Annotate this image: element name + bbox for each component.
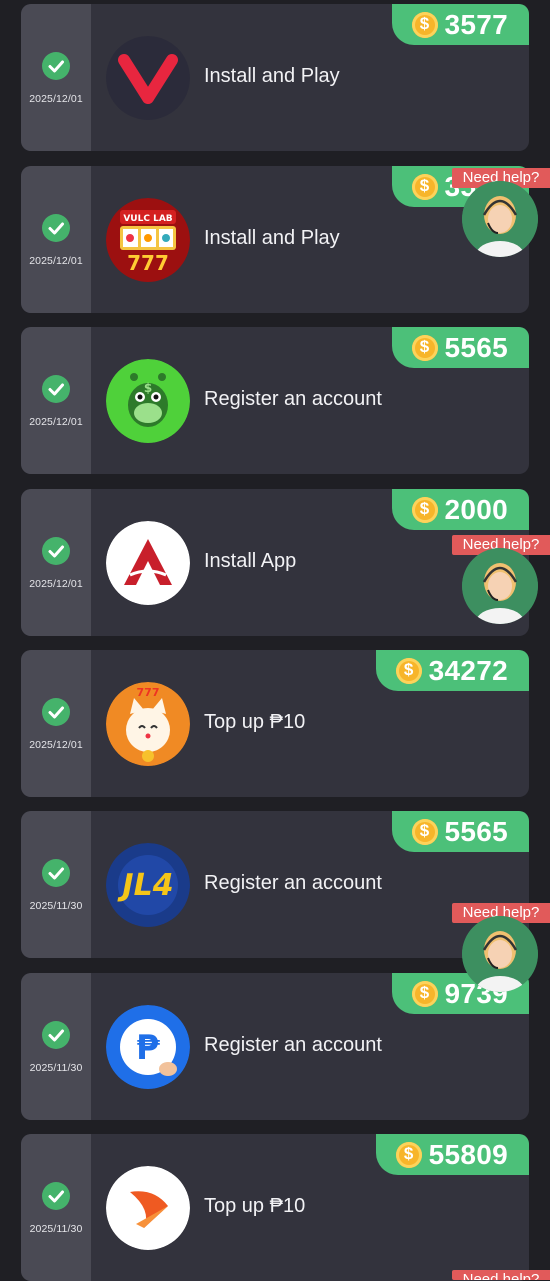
task-date: 2025/11/30: [29, 900, 83, 912]
task-card[interactable]: 2025/12/01 Install App $ 2000: [21, 489, 529, 636]
reward-amount: 5565: [444, 331, 508, 363]
task-label: Install App: [204, 550, 297, 572]
task-status-panel: 2025/11/30: [21, 811, 91, 958]
task-label: Register an account: [204, 1034, 382, 1056]
task-card[interactable]: 2025/11/30 Top up ₱10 $ 55809: [21, 1134, 529, 1281]
peso-wallet-icon: ₱: [106, 1005, 190, 1089]
task-status-panel: 2025/12/01: [21, 4, 91, 151]
coin-icon: $: [411, 334, 438, 361]
jl4-logo-icon: JL4: [106, 843, 190, 927]
vulc-lab-slots-icon: VULC LAB 777: [106, 198, 190, 282]
task-status-panel: 2025/12/01: [21, 489, 91, 636]
task-label: Register an account: [204, 872, 382, 894]
task-card[interactable]: 2025/12/01 $ Register an account $ 5565: [21, 327, 529, 474]
task-card[interactable]: 2025/12/01 VULC LAB 777 Install and Play …: [21, 166, 529, 313]
task-label: Install and Play: [204, 65, 340, 87]
reward-badge: $ 2000: [391, 489, 529, 530]
lucky-cat-icon: 777: [106, 682, 190, 766]
task-card[interactable]: 2025/12/01 777 Top up ₱10 $ 34272: [21, 650, 529, 797]
reward-badge: $ 34272: [375, 650, 529, 691]
task-label: Top up ₱10: [204, 1195, 306, 1217]
check-circle-icon: [42, 537, 70, 565]
task-card[interactable]: 2025/11/30 ₱ Register an account $ 9739: [21, 973, 529, 1120]
orange-swoosh-icon: [106, 1166, 190, 1250]
reward-amount: 2000: [444, 493, 508, 525]
task-label: Register an account: [204, 388, 382, 410]
svg-text:₱: ₱: [136, 1028, 160, 1068]
task-label: Install and Play: [204, 227, 340, 249]
task-date: 2025/12/01: [29, 578, 83, 590]
task-date: 2025/11/30: [29, 1062, 83, 1074]
check-circle-icon: [42, 1182, 70, 1210]
task-date: 2025/12/01: [29, 255, 83, 267]
check-circle-icon: [42, 375, 70, 403]
task-date: 2025/12/01: [29, 93, 83, 105]
red-arrow-logo-icon: [106, 521, 190, 605]
task-label: Top up ₱10: [204, 711, 306, 733]
reward-amount: 3577: [444, 8, 508, 40]
task-card[interactable]: 2025/11/30 JL4 Register an account $ 556…: [21, 811, 529, 958]
task-date: 2025/12/01: [29, 416, 83, 428]
support-agent-avatar-icon[interactable]: [462, 548, 538, 624]
task-status-panel: 2025/11/30: [21, 973, 91, 1120]
coin-icon: $: [411, 173, 438, 200]
task-status-panel: 2025/12/01: [21, 327, 91, 474]
task-status-panel: 2025/12/01: [21, 650, 91, 797]
check-circle-icon: [42, 52, 70, 80]
svg-text:777: 777: [137, 686, 160, 699]
reward-badge: $ 5565: [391, 811, 529, 852]
svg-text:777: 777: [127, 251, 169, 275]
check-circle-icon: [42, 698, 70, 726]
reward-amount: 55809: [428, 1138, 508, 1170]
reward-badge: $ 55809: [375, 1134, 529, 1175]
task-date: 2025/12/01: [29, 739, 83, 751]
check-circle-icon: [42, 859, 70, 887]
svg-text:VULC LAB: VULC LAB: [123, 214, 172, 224]
task-status-panel: 2025/12/01: [21, 166, 91, 313]
reward-amount: 5565: [444, 815, 508, 847]
need-help-button[interactable]: Need help?: [452, 1270, 550, 1280]
reward-badge: $ 5565: [391, 327, 529, 368]
coin-icon: $: [395, 657, 422, 684]
check-circle-icon: [42, 214, 70, 242]
reward-badge: $ 3577: [391, 4, 529, 45]
coin-icon: $: [395, 1141, 422, 1168]
coin-icon: $: [411, 11, 438, 38]
task-card[interactable]: 2025/12/01 Install and Play $ 3577: [21, 4, 529, 151]
svg-text:$: $: [144, 381, 152, 395]
support-agent-avatar-icon[interactable]: [462, 916, 538, 992]
giraffe-money-icon: $: [106, 359, 190, 443]
svg-text:JL4: JL4: [117, 868, 173, 903]
reward-amount: 34272: [428, 654, 508, 686]
task-status-panel: 2025/11/30: [21, 1134, 91, 1281]
coin-icon: $: [411, 818, 438, 845]
check-circle-icon: [42, 1021, 70, 1049]
support-agent-avatar-icon[interactable]: [462, 181, 538, 257]
coin-icon: $: [411, 496, 438, 523]
coin-icon: $: [411, 980, 438, 1007]
v-logo-icon: [106, 36, 190, 120]
task-date: 2025/11/30: [29, 1223, 83, 1235]
